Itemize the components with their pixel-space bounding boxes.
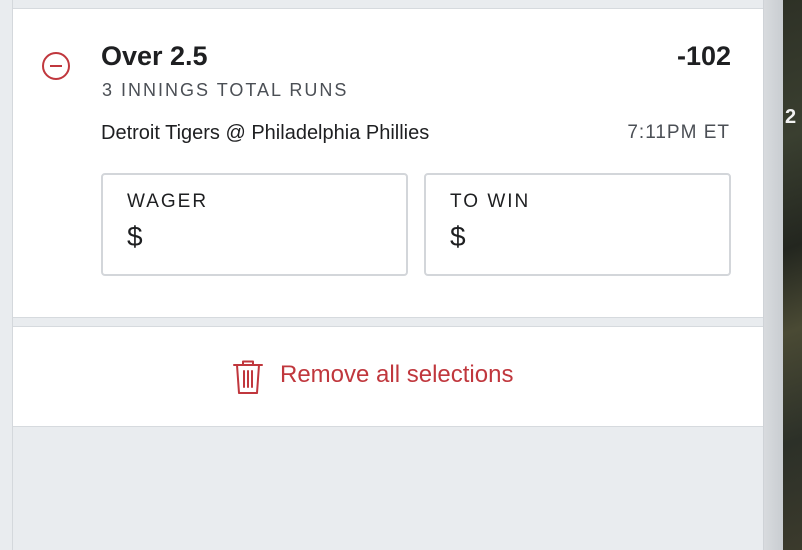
wager-label: WAGER bbox=[127, 191, 209, 212]
wager-input[interactable]: WAGER $ bbox=[101, 173, 408, 276]
selection-card: Over 2.5 -102 3 INNINGS TOTAL RUNS Detro… bbox=[13, 8, 763, 318]
minus-circle-icon[interactable] bbox=[42, 52, 70, 80]
remove-all-label: Remove all selections bbox=[280, 361, 514, 388]
selection-title: Over 2.5 bbox=[101, 41, 208, 71]
wager-value[interactable]: $ bbox=[127, 221, 143, 253]
background-image bbox=[783, 0, 802, 550]
market-name: 3 INNINGS TOTAL RUNS bbox=[102, 80, 349, 100]
background-partial-text: 2 bbox=[785, 106, 798, 128]
to-win-value[interactable]: $ bbox=[450, 221, 466, 253]
to-win-label: TO WIN bbox=[450, 191, 531, 212]
left-gutter bbox=[0, 0, 13, 550]
bet-slip: Over 2.5 -102 3 INNINGS TOTAL RUNS Detro… bbox=[13, 0, 763, 550]
game-time: 7:11PM ET bbox=[627, 122, 730, 143]
trash-icon bbox=[233, 360, 263, 394]
remove-all-button[interactable]: Remove all selections bbox=[13, 326, 763, 427]
slip-edge bbox=[763, 0, 783, 550]
to-win-input[interactable]: TO WIN $ bbox=[424, 173, 731, 276]
matchup: Detroit Tigers @ Philadelphia Phillies bbox=[101, 122, 430, 144]
odds-value: -102 bbox=[676, 41, 731, 71]
